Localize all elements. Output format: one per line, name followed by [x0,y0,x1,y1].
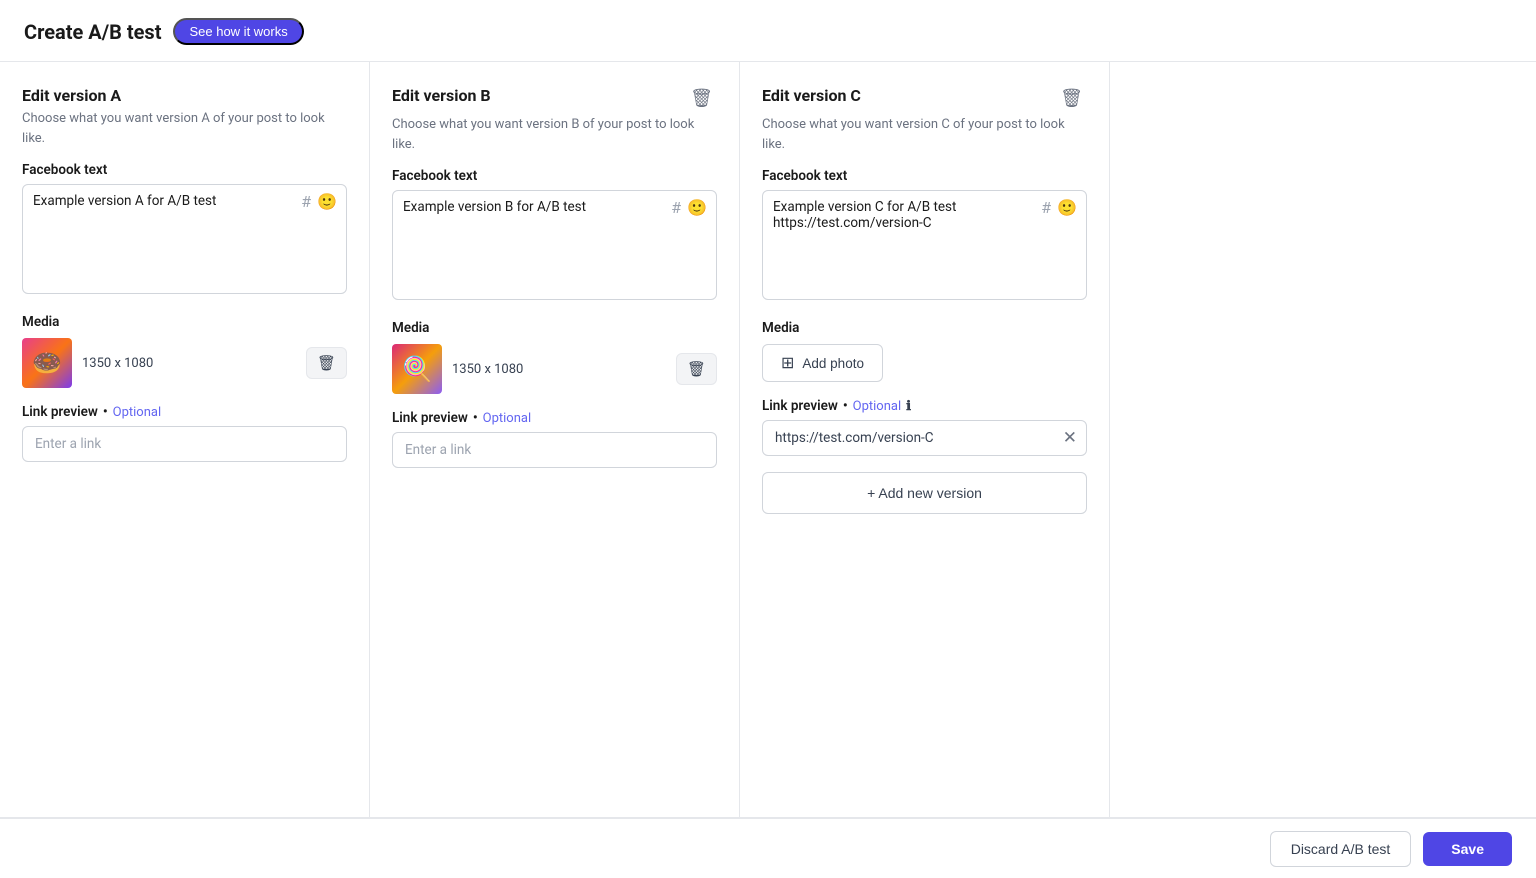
version-a-optional: Optional [113,405,161,420]
version-c-optional: Optional [853,399,901,414]
trash-icon-c: 🗑 [1060,88,1083,109]
version-c-textarea-wrapper: Example version C for A/B test https://t… [762,190,1087,304]
version-c-header: Edit version C 🗑 [762,86,1087,111]
version-a-col: Edit version A Choose what you want vers… [0,62,370,817]
version-a-link-wrapper [22,426,347,462]
version-b-textarea-icons: # 🙂 [671,198,707,217]
discard-btn[interactable]: Discard A/B test [1270,831,1412,867]
version-c-link-input[interactable] [762,420,1087,456]
page-footer: Discard A/B test Save [0,818,1536,878]
version-b-link-input[interactable] [392,432,717,468]
version-c-fb-label: Facebook text [762,168,1087,184]
version-c-title: Edit version C [762,86,861,105]
trash-icon-b: 🗑 [690,88,713,109]
version-a-textarea-wrapper: # 🙂 [22,184,347,298]
version-b-link-wrapper [392,432,717,468]
version-b-media-size: 1350 x 1080 [452,362,666,377]
version-b-optional: Optional [483,411,531,426]
version-c-delete-btn[interactable]: 🗑 [1056,86,1087,111]
emoji-icon-c[interactable]: 🙂 [1057,198,1077,217]
save-btn[interactable]: Save [1423,832,1512,866]
version-c-link-label: Link preview • Optional ℹ [762,398,1087,414]
version-c-desc: Choose what you want version C of your p… [762,115,1087,154]
version-a-textarea-icons: # 🙂 [301,192,337,211]
version-c-fb-textarea[interactable]: Example version C for A/B test https://t… [762,190,1087,300]
emoji-icon-a[interactable]: 🙂 [317,192,337,211]
version-b-media-thumb [392,344,442,394]
page-header: Create A/B test See how it works [0,0,1536,62]
version-b-title: Edit version B [392,86,491,105]
version-a-media-thumb [22,338,72,388]
add-photo-icon: ⊞ [781,353,794,373]
version-c-link-wrapper: ✕ [762,420,1087,456]
version-c-textarea-icons: # 🙂 [1041,198,1077,217]
extra-col [1110,62,1536,817]
trash-icon-b-media: 🗑 [687,360,706,378]
page-title: Create A/B test [24,20,161,44]
version-b-media-delete-btn[interactable]: 🗑 [676,353,717,385]
close-icon-c: ✕ [1063,428,1077,448]
version-a-fb-textarea[interactable] [22,184,347,294]
version-b-media-row: 1350 x 1080 🗑 [392,344,717,394]
version-b-fb-textarea[interactable] [392,190,717,300]
trash-icon-a-media: 🗑 [317,354,336,372]
version-c-link-clear-btn[interactable]: ✕ [1063,428,1077,448]
version-a-media-label: Media [22,314,347,330]
version-a-title: Edit version A [22,86,121,105]
version-b-textarea-wrapper: # 🙂 [392,190,717,304]
version-b-media-label: Media [392,320,717,336]
see-how-button[interactable]: See how it works [173,18,303,45]
emoji-icon-b[interactable]: 🙂 [687,198,707,217]
version-b-header: Edit version B 🗑 [392,86,717,111]
version-b-link-label: Link preview • Optional [392,410,717,426]
version-c-add-photo-btn[interactable]: ⊞ Add photo [762,344,883,382]
add-photo-label: Add photo [802,356,864,371]
version-a-media-delete-btn[interactable]: 🗑 [306,347,347,379]
version-a-header: Edit version A [22,86,347,105]
version-a-media-size: 1350 x 1080 [82,356,296,371]
hashtag-icon-a[interactable]: # [301,192,311,211]
version-a-link-label: Link preview • Optional [22,404,347,420]
version-a-link-input[interactable] [22,426,347,462]
version-b-col: Edit version B 🗑 Choose what you want ve… [370,62,740,817]
version-b-desc: Choose what you want version B of your p… [392,115,717,154]
hashtag-icon-b[interactable]: # [671,198,681,217]
version-b-delete-btn[interactable]: 🗑 [686,86,717,111]
hashtag-icon-c[interactable]: # [1041,198,1051,217]
version-c-media-label: Media [762,320,1087,336]
add-new-version-btn[interactable]: + Add new version [762,472,1087,514]
versions-area: Edit version A Choose what you want vers… [0,62,1536,818]
version-a-fb-label: Facebook text [22,162,347,178]
version-a-media-row: 1350 x 1080 🗑 [22,338,347,388]
version-a-desc: Choose what you want version A of your p… [22,109,347,148]
version-c-col: Edit version C 🗑 Choose what you want ve… [740,62,1110,817]
info-icon-c[interactable]: ℹ [906,399,911,414]
version-b-fb-label: Facebook text [392,168,717,184]
